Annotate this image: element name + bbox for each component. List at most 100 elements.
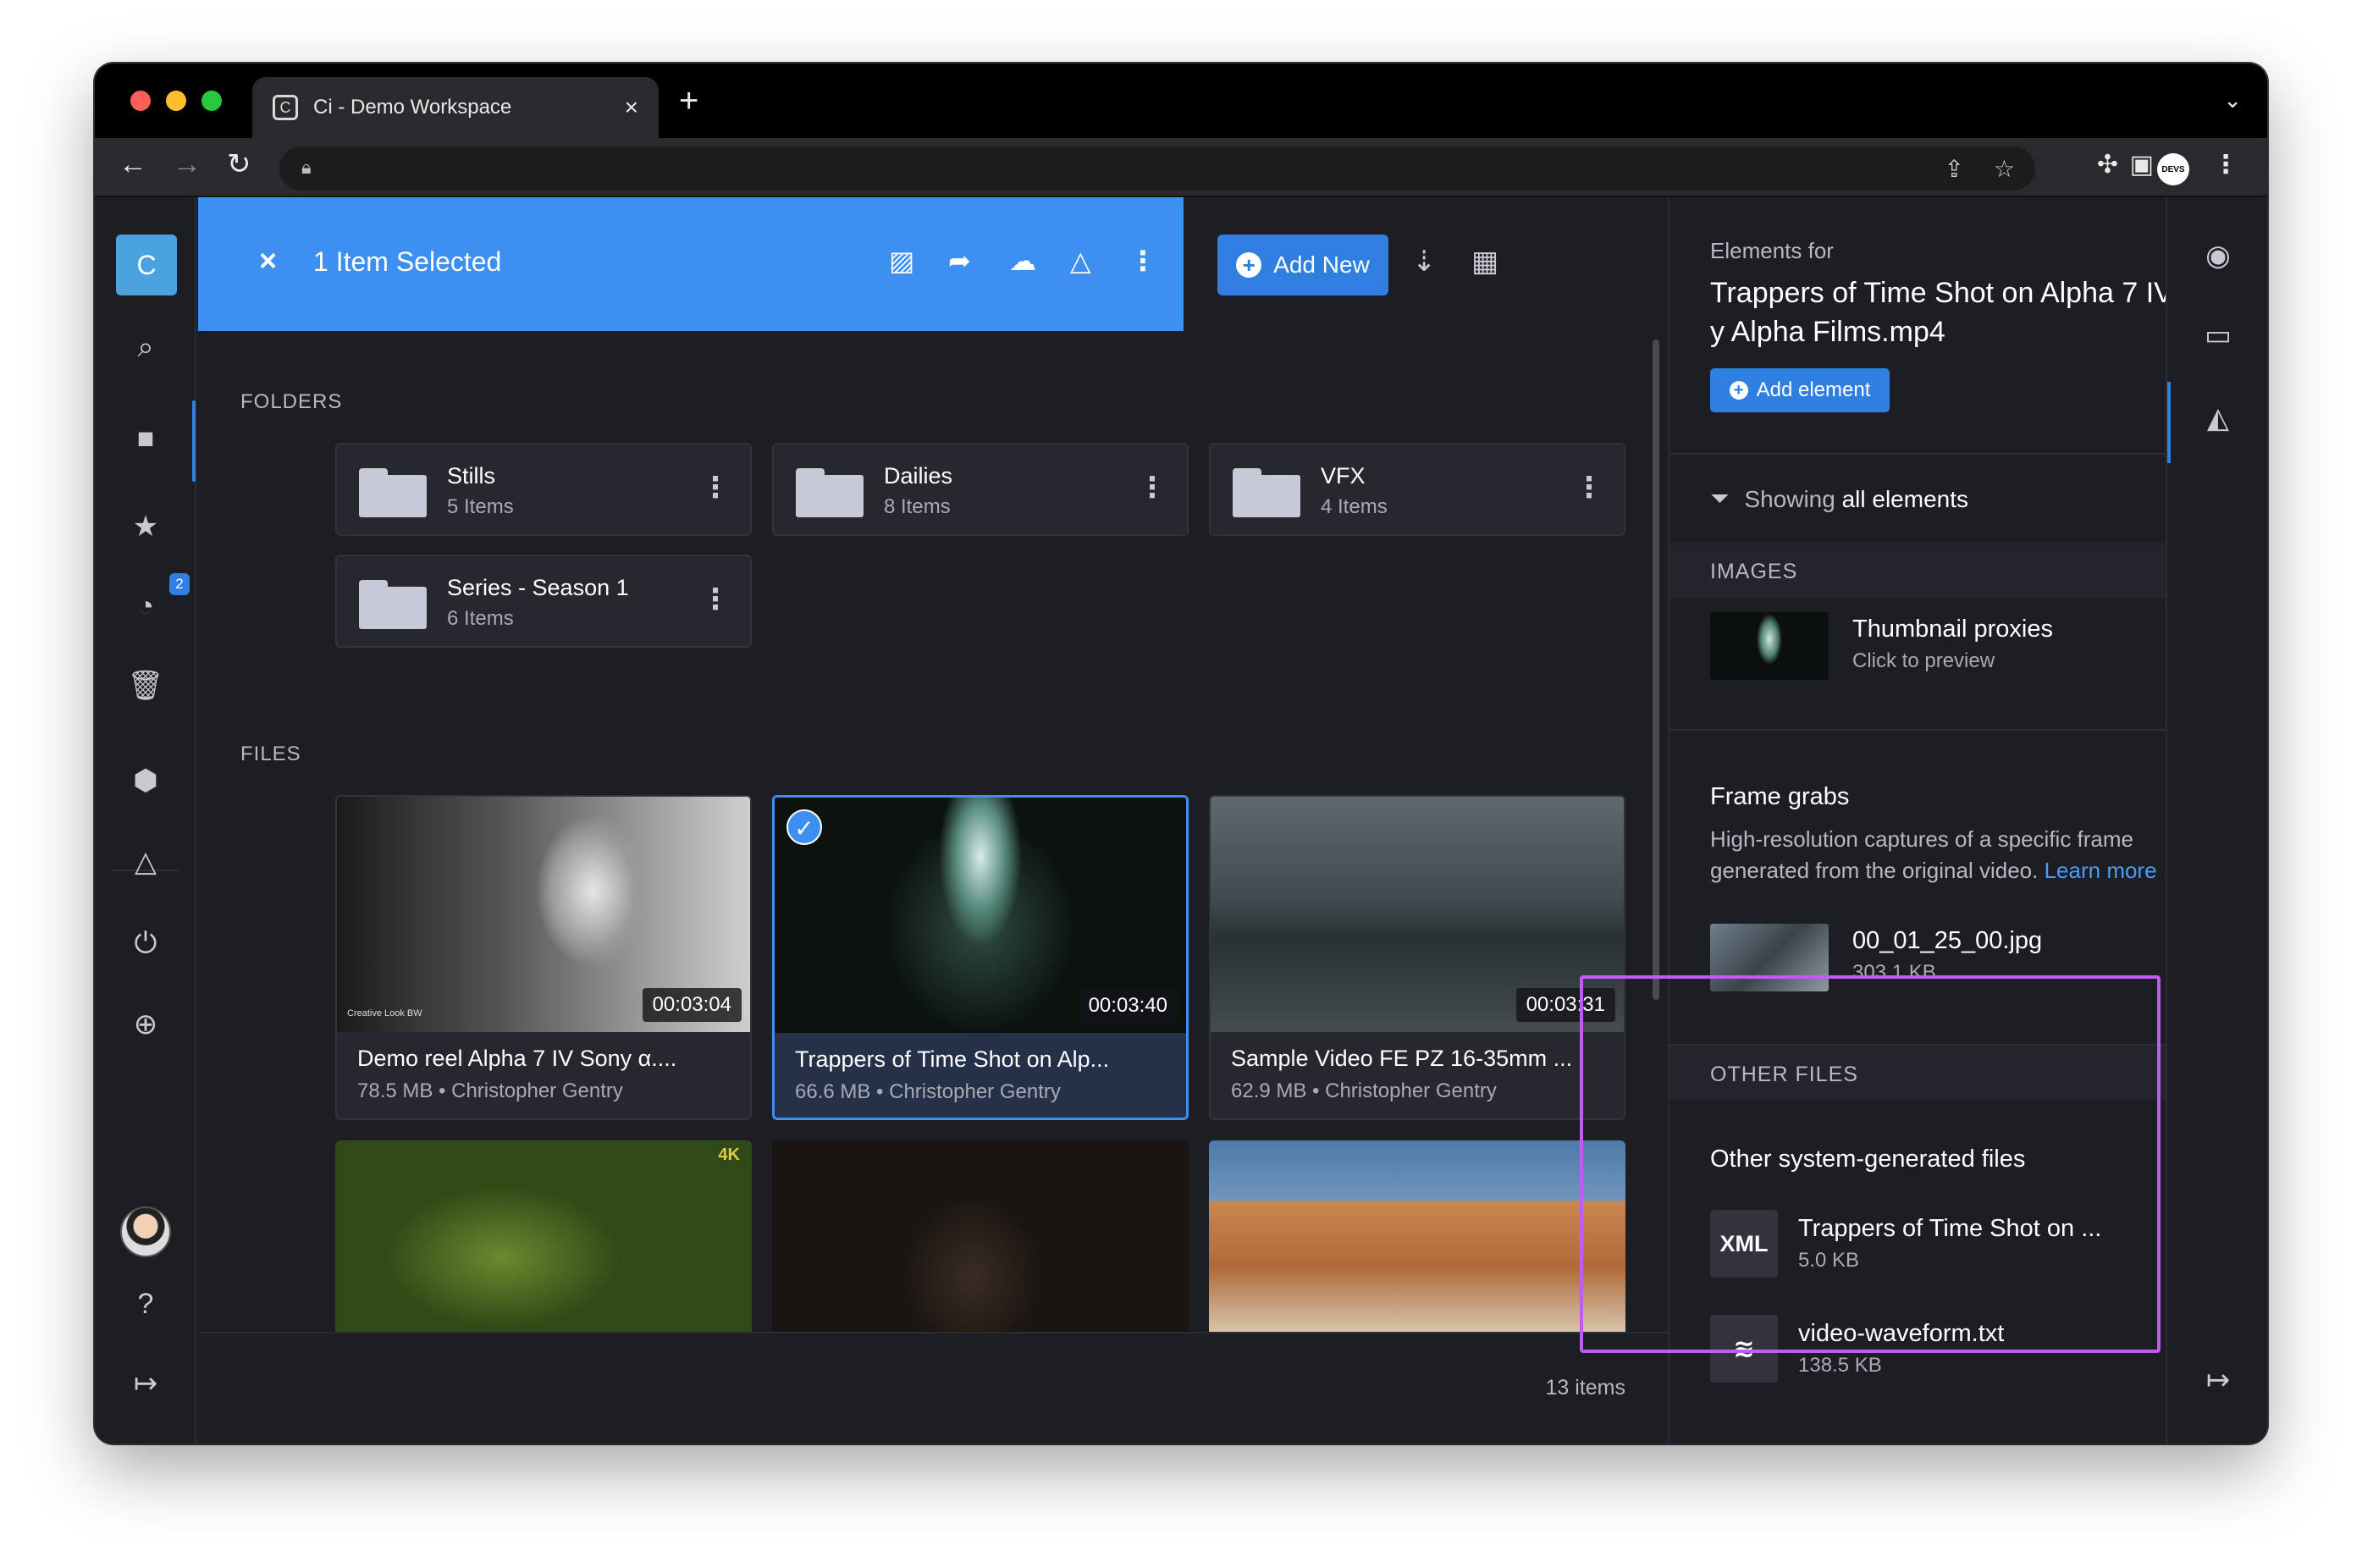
elements-shapes-icon[interactable]: ◭: [2167, 404, 2267, 433]
reload-icon[interactable]: ↻: [227, 150, 251, 179]
video-thumbnail: ✓ 00:03:40: [775, 798, 1186, 1033]
share-icon[interactable]: ⇪: [1945, 155, 1964, 183]
folder-card-series-season-1[interactable]: Series - Season 1 6 Items ⋮: [335, 555, 752, 648]
video-thumbnail: Creative Look BW 00:03:04: [337, 797, 750, 1032]
folder-item-count: 5 Items: [447, 495, 514, 518]
target-icon[interactable]: ⊕: [95, 1010, 196, 1039]
filter-funnel-icon: ⏷: [1710, 485, 1730, 511]
left-navigation-rail: C ⌕ ■ ★ ◔ 2 🗑︎ ⬢ △ ⏻ ⊕ ? ↦: [95, 197, 196, 1444]
tab-search-chevron-icon[interactable]: ⌄: [2223, 87, 2242, 113]
download-circle-icon[interactable]: ⏻: [95, 929, 196, 958]
file-card[interactable]: 00:03:31 Sample Video FE PZ 16-35mm ... …: [1209, 795, 1625, 1120]
help-icon[interactable]: ?: [95, 1289, 196, 1318]
add-element-button[interactable]: + Add element: [1710, 368, 1890, 412]
folder-card-vfx[interactable]: VFX 4 Items ⋮: [1209, 443, 1625, 536]
sort-icon[interactable]: ⇣: [1412, 245, 1437, 279]
profile-avatar[interactable]: DEVS: [2157, 153, 2189, 185]
video-thumbnail: 00:03:31: [1211, 797, 1624, 1032]
filter-value: all elements: [1841, 485, 1968, 512]
close-window-button[interactable]: [130, 91, 151, 111]
elements-for-label: Elements for: [1710, 238, 1834, 263]
recent-count-badge: 2: [169, 573, 190, 595]
file-card[interactable]: [772, 1140, 1189, 1335]
url-field[interactable]: 🔒︎ ⇪ ☆: [279, 146, 2035, 190]
tab-close-icon[interactable]: ×: [625, 94, 638, 121]
folder-card-stills[interactable]: Stills 5 Items ⋮: [335, 443, 752, 536]
learn-more-link[interactable]: Learn more: [2045, 858, 2157, 883]
folder-more-icon[interactable]: ⋮: [701, 473, 730, 502]
search-icon[interactable]: ⌕: [95, 333, 196, 362]
folder-more-icon[interactable]: ⋮: [701, 585, 730, 614]
files-section-label: FILES: [240, 743, 301, 765]
add-element-label: Add element: [1756, 378, 1871, 401]
cloud-drive-icon[interactable]: △: [95, 847, 196, 876]
folder-name: Stills: [447, 463, 496, 489]
selection-more-icon[interactable]: ⋮: [1129, 245, 1156, 277]
clear-selection-icon[interactable]: ×: [259, 243, 277, 279]
right-panel-rail: ◉ ▭ ◭ ↦: [2166, 197, 2267, 1444]
thumbnail-proxies-sub: Click to preview: [1852, 649, 1995, 672]
folder-icon[interactable]: ■: [95, 424, 196, 453]
video-duration: 00:03:40: [1078, 989, 1178, 1023]
file-card[interactable]: Creative Look BW 00:03:04 Demo reel Alph…: [335, 795, 752, 1120]
frame-grab-image[interactable]: [1710, 924, 1829, 991]
file-name: Demo reel Alpha 7 IV Sony α....: [357, 1046, 677, 1071]
folder-icon: [359, 580, 427, 629]
folder-more-icon[interactable]: ⋮: [1575, 473, 1603, 502]
address-bar: ← → ↻ 🔒︎ ⇪ ☆ ✣ ▣ DEVS ⋮: [95, 138, 2267, 197]
collapse-panel-icon[interactable]: ↦: [2167, 1366, 2267, 1394]
favicon-icon: C: [273, 95, 298, 120]
filter-prefix: Showing: [1744, 485, 1835, 512]
browser-menu-icon[interactable]: ⋮: [2213, 150, 2238, 179]
maximize-window-button[interactable]: [201, 91, 222, 111]
thumbnail-proxies-name[interactable]: Thumbnail proxies: [1852, 616, 2053, 643]
package-icon[interactable]: ⬢: [95, 766, 196, 795]
star-icon[interactable]: ★: [95, 512, 196, 541]
drive-upload-icon[interactable]: △: [1070, 245, 1091, 277]
user-avatar[interactable]: [120, 1206, 171, 1257]
file-card[interactable]: [1209, 1140, 1625, 1335]
folder-name: Series - Season 1: [447, 575, 629, 600]
app-logo[interactable]: C: [116, 235, 177, 295]
minimize-window-button[interactable]: [166, 91, 186, 111]
cloud-download-icon[interactable]: ☁: [1009, 245, 1036, 277]
other-file-name[interactable]: Trappers of Time Shot on ...: [1798, 1215, 2101, 1243]
comment-icon[interactable]: ▭: [2167, 321, 2267, 350]
folders-section-label: FOLDERS: [240, 390, 343, 413]
image-icon[interactable]: ▨: [889, 245, 914, 277]
folder-item-count: 8 Items: [884, 495, 951, 518]
side-panel-icon[interactable]: ▣: [2130, 150, 2154, 179]
add-new-button[interactable]: + Add New: [1217, 235, 1388, 295]
forward-arrow-icon[interactable]: →: [173, 150, 201, 179]
folder-item-count: 4 Items: [1321, 495, 1388, 518]
file-card-selected[interactable]: ✓ 00:03:40 Trappers of Time Shot on Alp.…: [772, 795, 1189, 1120]
folder-card-dailies[interactable]: Dailies 8 Items ⋮: [772, 443, 1189, 536]
eye-icon[interactable]: ◉: [2167, 241, 2267, 270]
frame-grab-name[interactable]: 00_01_25_00.jpg: [1852, 927, 2042, 955]
new-tab-button[interactable]: +: [679, 84, 698, 118]
file-card[interactable]: 4K: [335, 1140, 752, 1335]
folder-name: VFX: [1321, 463, 1366, 489]
file-meta: 62.9 MB • Christopher Gentry: [1231, 1079, 1497, 1102]
grid-view-icon[interactable]: ▦: [1471, 245, 1498, 279]
bookmark-star-icon[interactable]: ☆: [1994, 155, 2015, 183]
share-arrow-icon[interactable]: ➦: [948, 245, 971, 277]
selected-check-icon[interactable]: ✓: [786, 809, 822, 845]
folder-name: Dailies: [884, 463, 953, 489]
xml-file-icon: XML: [1710, 1210, 1778, 1278]
other-file-name[interactable]: video-waveform.txt: [1798, 1320, 2004, 1348]
file-meta: 78.5 MB • Christopher Gentry: [357, 1079, 623, 1102]
back-arrow-icon[interactable]: ←: [119, 150, 147, 179]
trash-icon[interactable]: 🗑︎: [95, 671, 196, 700]
content-scrollbar[interactable]: [1653, 340, 1659, 1000]
element-filter-dropdown[interactable]: ⏷ Showing all elements: [1710, 485, 1968, 513]
clock-icon[interactable]: ◔: [95, 592, 196, 621]
collapse-sidebar-icon[interactable]: ↦: [95, 1369, 196, 1398]
extensions-puzzle-icon[interactable]: ✣: [2097, 150, 2118, 179]
thumbnail-proxy-image[interactable]: [1710, 612, 1829, 680]
4k-badge: 4K: [718, 1146, 740, 1164]
browser-tab[interactable]: C Ci - Demo Workspace ×: [252, 77, 659, 138]
frame-grabs-description: High-resolution captures of a specific f…: [1710, 824, 2218, 886]
folder-more-icon[interactable]: ⋮: [1138, 473, 1167, 502]
items-count: 13 items: [1545, 1376, 1625, 1400]
